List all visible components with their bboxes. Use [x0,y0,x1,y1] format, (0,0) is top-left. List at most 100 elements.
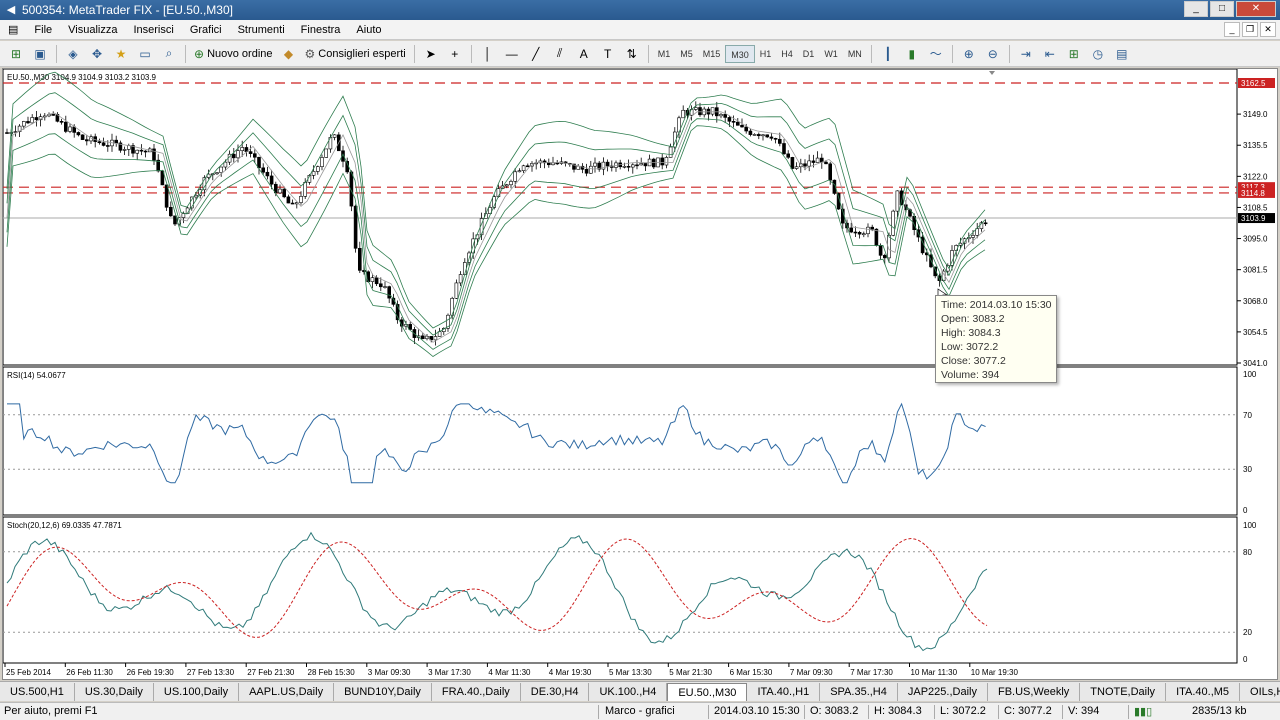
status-traffic: 2835/13 kb [1192,705,1247,717]
rsi-pane[interactable] [3,366,1238,516]
chart-shift-icon[interactable]: ⇤ [1039,44,1061,64]
zoom-out-icon[interactable]: ⊖ [982,44,1004,64]
candle-body [635,164,639,167]
tf-w1[interactable]: W1 [819,45,843,63]
arrows-icon[interactable]: ⇅ [621,44,643,64]
time-label: 6 Mar 15:30 [730,668,773,677]
new-order-label: Nuovo ordine [207,47,273,60]
chart-tab[interactable]: BUND10Y,Daily [334,682,432,701]
tf-mn[interactable]: MN [843,45,867,63]
child-close-button[interactable]: ✕ [1260,22,1276,37]
status-profile[interactable]: Marco - grafici [605,705,675,717]
chart-tab[interactable]: ITA.40.,H1 [747,682,821,701]
rsi-level-label: 0 [1243,506,1248,515]
chart-tab[interactable]: FB.US,Weekly [988,682,1081,701]
chart-tab[interactable]: US.500,H1 [0,682,75,701]
expert-advisors-button[interactable]: ⚙ Consiglieri esperti [301,44,410,64]
tf-m15[interactable]: M15 [698,45,726,63]
crosshair-icon[interactable]: + [444,44,466,64]
menu-window[interactable]: Finestra [293,20,349,40]
text-icon[interactable]: A [573,44,595,64]
vertical-line-icon[interactable]: │ [477,44,499,64]
candle-body [882,255,887,259]
periods-icon[interactable]: ◷ [1087,44,1109,64]
bar-chart-icon[interactable]: ┃ [877,44,899,64]
menu-charts[interactable]: Grafici [182,20,230,40]
candle-body [80,134,85,140]
menu-insert[interactable]: Inserisci [125,20,181,40]
stoch-header: Stoch(20,12,6) 69.0335 47.7871 [7,521,122,530]
minimize-button[interactable]: _ [1184,1,1208,17]
price-label: 3054.5 [1243,328,1268,337]
strategy-tester-icon[interactable]: ⌕ [158,44,180,64]
horizontal-line-icon[interactable]: — [501,44,523,64]
candle-body [807,160,812,167]
candle-body [740,125,744,128]
trendline-icon[interactable]: ╱ [525,44,547,64]
new-chart-icon[interactable]: ⊞ [5,44,27,64]
cursor-icon[interactable]: ➤ [420,44,442,64]
candle-body [387,286,392,299]
child-restore-button[interactable]: ❐ [1242,22,1258,37]
time-label: 3 Mar 17:30 [428,668,471,677]
maximize-button[interactable]: □ [1210,1,1234,17]
menu-file[interactable]: File [26,20,60,40]
tf-m1[interactable]: M1 [653,45,676,63]
chart-tab[interactable]: OILs,H4 [1240,683,1280,701]
close-button[interactable]: ✕ [1236,1,1276,17]
indicators-icon[interactable]: ⊞ [1063,44,1085,64]
candle-body [660,157,665,166]
time-label: 3 Mar 09:30 [368,668,411,677]
tf-m30[interactable]: M30 [725,44,755,63]
chart-tab[interactable]: FRA.40.,Daily [432,682,521,701]
label-icon[interactable]: T [597,44,619,64]
candle-body [824,161,828,165]
market-watch-icon[interactable]: ◈ [62,44,84,64]
tf-d1[interactable]: D1 [798,45,820,63]
chart-canvas[interactable]: EU.50.,M30 3104.9 3104.9 3103.2 3103.9 R… [3,69,1277,679]
line-chart-icon[interactable]: 〜 [925,44,947,64]
chart-tab[interactable]: SPA.35.,H4 [820,682,898,701]
menu-tools[interactable]: Strumenti [230,20,293,40]
menu-bar: ▤ File Visualizza Inserisci Grafici Stru… [0,20,1280,40]
chart-tab[interactable]: AAPL.US,Daily [239,682,335,701]
time-label: 27 Feb 13:30 [187,668,235,677]
candle-body [517,170,522,173]
zoom-in-icon[interactable]: ⊕ [958,44,980,64]
favorites-icon[interactable]: ★ [110,44,132,64]
chart-tab[interactable]: US.100,Daily [154,682,240,701]
candle-body [765,134,770,138]
chart-tab[interactable]: ITA.40.,M5 [1166,682,1241,701]
chart-tab[interactable]: JAP225.,Daily [898,682,988,701]
candle-body [710,107,715,115]
new-order-button[interactable]: ⊕ Nuovo ordine [190,44,277,64]
candle-body [727,117,732,122]
autoscroll-icon[interactable]: ⇥ [1015,44,1037,64]
chart-shift-marker-icon[interactable] [989,71,995,75]
chart-tab[interactable]: TNOTE,Daily [1080,682,1167,701]
chart-tab[interactable]: US.30,Daily [75,682,154,701]
metaeditor-icon[interactable]: ◆ [278,44,300,64]
child-minimize-button[interactable]: _ [1224,22,1240,37]
terminal-icon[interactable]: ▭ [134,44,156,64]
menu-view[interactable]: Visualizza [60,20,125,40]
candlestick-icon[interactable]: ▮ [901,44,923,64]
tf-h4[interactable]: H4 [776,45,798,63]
navigator-icon[interactable]: ✥ [86,44,108,64]
chart-tab[interactable]: DE.30,H4 [521,682,590,701]
chart-tab[interactable]: EU.50.,M30 [667,682,748,701]
level-label: 3162.5 [1241,79,1266,88]
stoch-pane[interactable] [3,516,1238,664]
templates-icon[interactable]: ▤ [1111,44,1133,64]
menu-help[interactable]: Aiuto [348,20,389,40]
profiles-icon[interactable]: ▣ [29,44,51,64]
chart-window[interactable]: EU.50.,M30 3104.9 3104.9 3103.2 3103.9 R… [2,68,1278,680]
channel-icon[interactable]: ⫽ [549,44,571,64]
tf-m5[interactable]: M5 [675,45,698,63]
candle-body [261,167,266,173]
candle-body [72,126,76,133]
candle-body [769,136,774,139]
toolbar: ⊞ ▣ ◈ ✥ ★ ▭ ⌕ ⊕ Nuovo ordine ◆ ⚙ Consiglie… [0,41,1280,67]
chart-tab[interactable]: UK.100.,H4 [589,682,668,701]
tf-h1[interactable]: H1 [755,45,777,63]
